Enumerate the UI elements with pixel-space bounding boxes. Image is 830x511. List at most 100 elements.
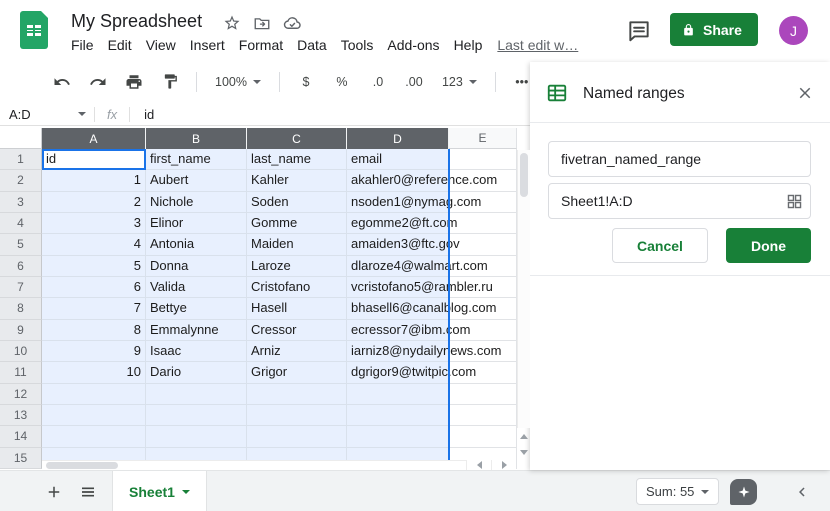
scroll-left-button[interactable] [466, 460, 491, 470]
cell-D14[interactable] [347, 426, 449, 447]
menu-edit[interactable]: Edit [101, 36, 139, 54]
cell-B14[interactable] [146, 426, 247, 447]
cell-A9[interactable]: 8 [42, 320, 146, 341]
cell-C14[interactable] [247, 426, 347, 447]
cell-E12[interactable] [449, 384, 517, 405]
cell-A7[interactable]: 6 [42, 277, 146, 298]
cell-A11[interactable]: 10 [42, 362, 146, 383]
column-header-A[interactable]: A [42, 128, 146, 149]
row-header-15[interactable]: 15 [0, 448, 42, 469]
horizontal-scrollbar-thumb[interactable] [46, 462, 118, 469]
cell-C1[interactable]: last_name [247, 149, 347, 170]
menu-view[interactable]: View [139, 36, 183, 54]
horizontal-scrollbar[interactable] [42, 460, 466, 470]
document-title[interactable]: My Spreadsheet [71, 11, 202, 32]
menu-insert[interactable]: Insert [183, 36, 232, 54]
row-header-10[interactable]: 10 [0, 341, 42, 362]
cell-B3[interactable]: Nichole [146, 192, 247, 213]
cell-B11[interactable]: Dario [146, 362, 247, 383]
row-header-2[interactable]: 2 [0, 170, 42, 191]
cell-B8[interactable]: Bettye [146, 298, 247, 319]
done-button[interactable]: Done [726, 228, 811, 263]
redo-button[interactable] [86, 70, 110, 94]
scroll-right-button[interactable] [491, 460, 516, 470]
vertical-scrollbar[interactable] [517, 150, 530, 428]
cell-D3[interactable]: nsoden1@nymag.com [347, 192, 449, 213]
format-percent-button[interactable]: % [330, 70, 354, 94]
cell-D9[interactable]: ecressor7@ibm.com [347, 320, 449, 341]
menu-help[interactable]: Help [447, 36, 490, 54]
sheet-tab-menu-icon[interactable] [182, 490, 190, 494]
select-data-range-icon[interactable] [786, 193, 803, 210]
row-header-13[interactable]: 13 [0, 405, 42, 426]
cell-C6[interactable]: Laroze [247, 256, 347, 277]
cell-D1[interactable]: email [347, 149, 449, 170]
avatar[interactable]: J [779, 16, 808, 45]
cell-C5[interactable]: Maiden [247, 234, 347, 255]
select-all-corner[interactable] [0, 128, 42, 149]
row-header-14[interactable]: 14 [0, 426, 42, 447]
cell-B5[interactable]: Antonia [146, 234, 247, 255]
share-button[interactable]: Share [670, 13, 758, 46]
comments-icon[interactable] [626, 18, 654, 46]
row-header-5[interactable]: 5 [0, 234, 42, 255]
cell-B1[interactable]: first_name [146, 149, 247, 170]
star-icon[interactable] [222, 13, 242, 33]
cell-D8[interactable]: bhasell6@canalblog.com [347, 298, 449, 319]
cell-A14[interactable] [42, 426, 146, 447]
cell-C9[interactable]: Cressor [247, 320, 347, 341]
all-sheets-button[interactable] [76, 480, 100, 504]
move-folder-icon[interactable] [252, 13, 272, 33]
cell-D4[interactable]: egomme2@ft.com [347, 213, 449, 234]
cell-E13[interactable] [449, 405, 517, 426]
cell-B9[interactable]: Emmalynne [146, 320, 247, 341]
cell-A4[interactable]: 3 [42, 213, 146, 234]
cell-C3[interactable]: Soden [247, 192, 347, 213]
cell-C13[interactable] [247, 405, 347, 426]
cell-E4[interactable] [449, 213, 517, 234]
menu-add-ons[interactable]: Add-ons [380, 36, 446, 54]
close-icon[interactable] [796, 84, 814, 102]
cell-B6[interactable]: Donna [146, 256, 247, 277]
cell-D13[interactable] [347, 405, 449, 426]
cell-D12[interactable] [347, 384, 449, 405]
paint-format-button[interactable] [158, 70, 182, 94]
column-header-C[interactable]: C [247, 128, 347, 149]
column-header-D[interactable]: D [347, 128, 449, 149]
cell-B4[interactable]: Elinor [146, 213, 247, 234]
menu-format[interactable]: Format [232, 36, 290, 54]
range-ref-input[interactable] [548, 183, 811, 219]
row-header-4[interactable]: 4 [0, 213, 42, 234]
cell-C8[interactable]: Hasell [247, 298, 347, 319]
row-header-1[interactable]: 1 [0, 149, 42, 170]
cell-A12[interactable] [42, 384, 146, 405]
menu-tools[interactable]: Tools [334, 36, 381, 54]
cell-A6[interactable]: 5 [42, 256, 146, 277]
cell-B12[interactable] [146, 384, 247, 405]
cell-E14[interactable] [449, 426, 517, 447]
more-formats-button[interactable]: 123 [438, 73, 481, 91]
cell-A1[interactable]: id [42, 149, 146, 170]
scroll-down-button[interactable] [517, 444, 530, 460]
row-header-12[interactable]: 12 [0, 384, 42, 405]
cell-A13[interactable] [42, 405, 146, 426]
row-header-9[interactable]: 9 [0, 320, 42, 341]
row-header-3[interactable]: 3 [0, 192, 42, 213]
sheets-logo-icon[interactable] [20, 11, 48, 49]
collapse-panel-chevron[interactable] [793, 483, 811, 501]
row-header-6[interactable]: 6 [0, 256, 42, 277]
row-header-11[interactable]: 11 [0, 362, 42, 383]
cell-C4[interactable]: Gomme [247, 213, 347, 234]
format-currency-button[interactable]: $ [294, 70, 318, 94]
vertical-scrollbar-thumb[interactable] [520, 153, 528, 197]
cell-C7[interactable]: Cristofano [247, 277, 347, 298]
sheet-tab-sheet1[interactable]: Sheet1 [112, 471, 207, 511]
cell-D5[interactable]: amaiden3@ftc.gov [347, 234, 449, 255]
scroll-up-button[interactable] [517, 428, 530, 444]
column-header-B[interactable]: B [146, 128, 247, 149]
cell-A2[interactable]: 1 [42, 170, 146, 191]
print-button[interactable] [122, 70, 146, 94]
cancel-button[interactable]: Cancel [612, 228, 708, 263]
row-header-7[interactable]: 7 [0, 277, 42, 298]
cell-C12[interactable] [247, 384, 347, 405]
